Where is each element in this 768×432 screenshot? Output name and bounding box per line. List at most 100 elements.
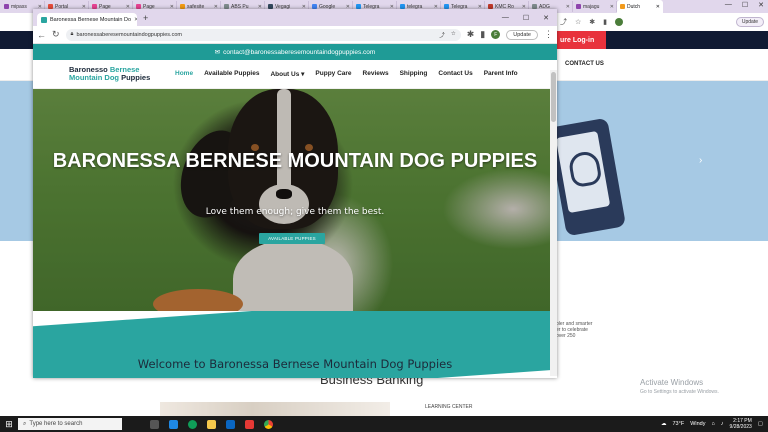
- popup-window-controls: — ☐ ✕: [502, 14, 557, 22]
- share-icon[interactable]: ⤴: [560, 17, 567, 27]
- address-bar[interactable]: 🔒︎ baronessaberesemountaindogpuppies.com…: [65, 28, 461, 41]
- background-tab[interactable]: majagu ✕: [574, 1, 617, 12]
- hero-title: BARONESSA BERNESE MOUNTAIN DOG PUPPIES: [52, 150, 538, 172]
- nav-puppy-care[interactable]: Puppy Care: [315, 70, 351, 78]
- maximize-icon[interactable]: ☐: [523, 14, 529, 22]
- nav-reviews[interactable]: Reviews: [363, 70, 389, 78]
- profile-avatar[interactable]: [615, 18, 624, 26]
- logo-text: Mountain Dog: [69, 73, 119, 82]
- site-contact-bar: ✉ contact@baronessaberesemountaindogpupp…: [33, 44, 557, 60]
- store-icon[interactable]: [169, 419, 178, 429]
- background-active-tab[interactable]: Dutch ✕: [617, 0, 663, 13]
- system-tray: ☁ 73°F Windy ⌂ ♪ 2:17 PM 9/28/2023 ▢: [661, 418, 768, 430]
- popup-toolbar: ← ↻ 🔒︎ baronessaberesemountaindogpuppies…: [33, 26, 557, 44]
- site-favicon-icon: [41, 16, 47, 23]
- weather-temp: 73°F: [672, 421, 685, 427]
- address-actions: ⤴ ☆: [439, 31, 460, 39]
- update-button[interactable]: Update: [506, 29, 538, 40]
- site-logo[interactable]: Baronesso Bernese Mountain Dog Puppies: [69, 66, 159, 82]
- sidebar-icon[interactable]: ▮: [603, 18, 607, 26]
- contact-us-link[interactable]: CONTACT US: [565, 61, 604, 67]
- close-icon[interactable]: ✕: [566, 4, 572, 10]
- site-navigation: Baronesso Bernese Mountain Dog Puppies H…: [33, 60, 557, 89]
- bookmark-star-icon[interactable]: ☆: [451, 31, 456, 39]
- welcome-section: Welcome to Baronessa Bernese Mountain Do…: [33, 311, 557, 378]
- share-icon[interactable]: ⤴: [439, 31, 445, 39]
- popup-active-tab[interactable]: Baronessa Bernese Mountain Do ✕: [37, 13, 137, 26]
- task-view-icon[interactable]: [150, 419, 159, 429]
- maximize-icon[interactable]: ☐: [742, 1, 748, 9]
- background-toolbar: ⤴ ☆ ✱ ▮ Update: [556, 13, 768, 31]
- carousel-next-icon[interactable]: ›: [699, 155, 702, 166]
- logo-text: Puppies: [121, 73, 151, 82]
- close-icon[interactable]: ✕: [656, 4, 663, 10]
- network-icon[interactable]: ⌂: [711, 421, 714, 427]
- hero-overlay: [33, 89, 557, 311]
- available-puppies-button[interactable]: AVAILABLE PUPPIES: [259, 233, 325, 244]
- profile-avatar[interactable]: F: [491, 30, 501, 39]
- notifications-icon[interactable]: ▢: [758, 421, 763, 427]
- background-photo: [160, 402, 390, 416]
- minimize-icon[interactable]: —: [725, 1, 732, 9]
- app-icon[interactable]: [245, 419, 254, 429]
- side-line: over 250: [556, 333, 576, 339]
- search-placeholder: Type here to search: [29, 421, 83, 427]
- close-window-icon[interactable]: ✕: [543, 14, 549, 22]
- tab-favicon-icon: [576, 4, 581, 9]
- learning-center-label: LEARNING CENTER: [425, 404, 473, 410]
- popup-tab-strip: Baronessa Bernese Mountain Do ✕ + — ☐ ✕: [33, 9, 557, 26]
- bookmark-star-icon[interactable]: ☆: [575, 18, 581, 26]
- background-update-button[interactable]: Update: [735, 17, 764, 27]
- taskbar-search[interactable]: ⌕ Type here to search: [18, 418, 122, 430]
- activate-windows-subtext: Go to Settings to activate Windows.: [640, 389, 719, 395]
- taskbar-apps: [150, 419, 273, 429]
- weather-icon[interactable]: ☁: [661, 421, 667, 427]
- chrome-icon[interactable]: [264, 419, 273, 429]
- popup-browser-window: Baronessa Bernese Mountain Do ✕ + — ☐ ✕ …: [33, 9, 557, 378]
- file-explorer-icon[interactable]: [207, 419, 216, 429]
- nav-parent-info[interactable]: Parent Info: [484, 70, 518, 78]
- tab-favicon-icon: [620, 4, 625, 9]
- popup-tab-title: Baronessa Bernese Mountain Do: [50, 16, 132, 23]
- nav-about-us[interactable]: About Us ▾: [270, 70, 304, 78]
- close-window-icon[interactable]: ✕: [758, 1, 764, 9]
- lock-icon: 🔒︎: [70, 31, 74, 37]
- background-tab-label: majagu: [583, 3, 600, 10]
- nav-available-puppies[interactable]: Available Puppies: [204, 70, 259, 78]
- close-icon[interactable]: ✕: [610, 4, 616, 10]
- url-text: baronessaberesemountaindogpuppies.com: [76, 31, 182, 38]
- extensions-icon[interactable]: ✱: [467, 29, 475, 40]
- mail-icon[interactable]: [226, 419, 235, 429]
- windows-start-icon[interactable]: ⊞: [0, 419, 18, 430]
- extensions-icon[interactable]: ✱: [589, 18, 595, 26]
- contact-email-link[interactable]: contact@baronessaberesemountaindogpuppie…: [223, 49, 375, 56]
- volume-icon[interactable]: ♪: [721, 421, 724, 427]
- nav-contact-us[interactable]: Contact Us: [438, 70, 472, 78]
- secure-login-button[interactable]: ure Log-in: [556, 31, 606, 49]
- hero-section: BARONESSA BERNESE MOUNTAIN DOG PUPPIES L…: [33, 89, 557, 311]
- background-side-text: pler and smarter er to celebrate over 25…: [556, 321, 592, 339]
- welcome-heading: Welcome to Baronessa Bernese Mountain Do…: [137, 357, 453, 371]
- windows-taskbar: ⊞ ⌕ Type here to search ☁ 73°F Windy ⌂ ♪…: [0, 416, 768, 432]
- background-window-controls: — ☐ ✕: [725, 1, 764, 9]
- reload-icon[interactable]: ↻: [52, 29, 60, 40]
- scrollbar-thumb[interactable]: [551, 72, 556, 122]
- edge-icon[interactable]: [188, 419, 197, 429]
- menu-kebab-icon[interactable]: ⋮: [544, 29, 553, 40]
- main-menu: Home Available Puppies About Us ▾ Puppy …: [175, 70, 518, 78]
- activate-windows-watermark: Activate Windows: [640, 378, 704, 387]
- background-active-tab-label: Dutch: [627, 3, 641, 10]
- close-tab-icon[interactable]: ✕: [134, 17, 137, 23]
- search-icon: ⌕: [23, 420, 27, 427]
- background-tab-label: mipass: [11, 3, 27, 10]
- clock[interactable]: 2:17 PM 9/28/2023: [730, 418, 752, 430]
- back-icon[interactable]: ←: [37, 30, 46, 40]
- minimize-icon[interactable]: —: [502, 14, 509, 22]
- tab-favicon-icon: [4, 4, 9, 9]
- nav-home[interactable]: Home: [175, 70, 193, 78]
- new-tab-icon[interactable]: +: [143, 13, 148, 23]
- sidebar-icon[interactable]: ▮: [480, 29, 485, 40]
- hero-subtitle: Love them enough; give them the best.: [205, 207, 385, 217]
- weather-text: Windy: [690, 421, 706, 427]
- nav-shipping[interactable]: Shipping: [400, 70, 428, 78]
